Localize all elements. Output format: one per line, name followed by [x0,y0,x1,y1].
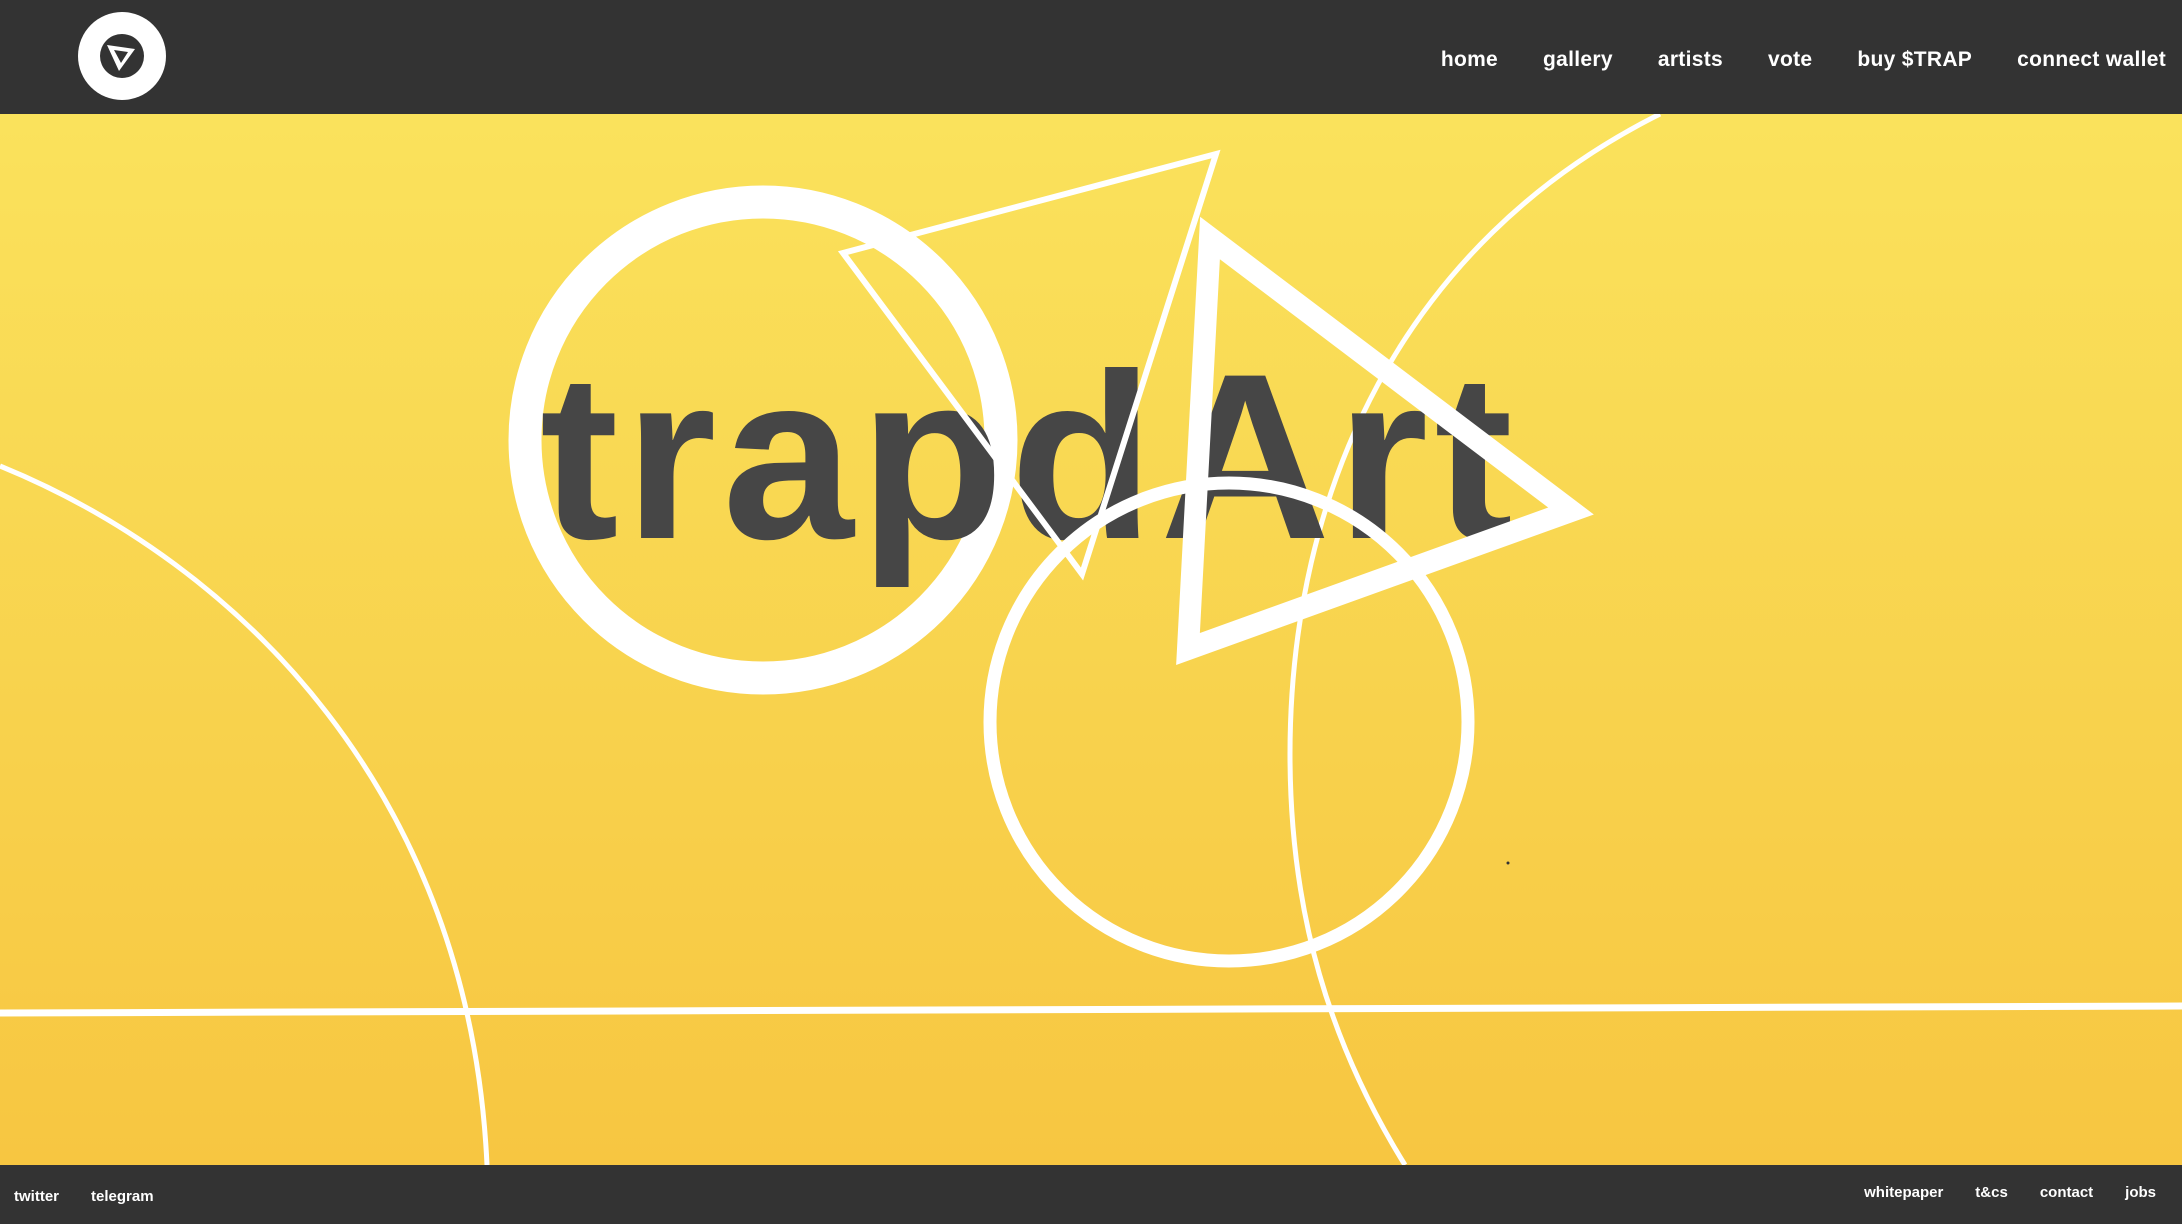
triangle-spiral-logo-icon [100,34,144,78]
footer-bar: twitter telegram whitepaper t&cs contact… [0,1165,2182,1224]
footer-telegram-link[interactable]: telegram [91,1188,154,1205]
footer-contact-link[interactable]: contact [2040,1184,2093,1201]
page: home gallery artists vote buy $TRAP conn… [0,0,2182,1224]
footer-whitepaper-link[interactable]: whitepaper [1864,1184,1943,1201]
main-nav: home gallery artists vote buy $TRAP conn… [1441,48,2166,72]
footer-jobs-link[interactable]: jobs [2125,1184,2156,1201]
footer-social-links: twitter telegram [14,1188,154,1205]
nav-artists-link[interactable]: artists [1658,48,1723,72]
nav-buy-trap-link[interactable]: buy $TRAP [1857,48,1972,72]
hero-artwork: trapdArt [0,114,2182,1165]
decor-arc-left [0,463,490,1165]
nav-gallery-link[interactable]: gallery [1543,48,1613,72]
decor-horizontal-line [0,1002,2182,1017]
logo[interactable] [78,12,166,100]
nav-connect-wallet-link[interactable]: connect wallet [2017,48,2166,72]
top-navigation-bar: home gallery artists vote buy $TRAP conn… [0,0,2182,114]
decor-dot [1506,861,1510,865]
footer-twitter-link[interactable]: twitter [14,1188,59,1205]
nav-home-link[interactable]: home [1441,48,1498,72]
footer-tcs-link[interactable]: t&cs [1975,1184,2008,1201]
hero-section: trapdArt [0,114,2182,1165]
footer-info-links: whitepaper t&cs contact jobs [1864,1184,2156,1201]
nav-vote-link[interactable]: vote [1768,48,1812,72]
